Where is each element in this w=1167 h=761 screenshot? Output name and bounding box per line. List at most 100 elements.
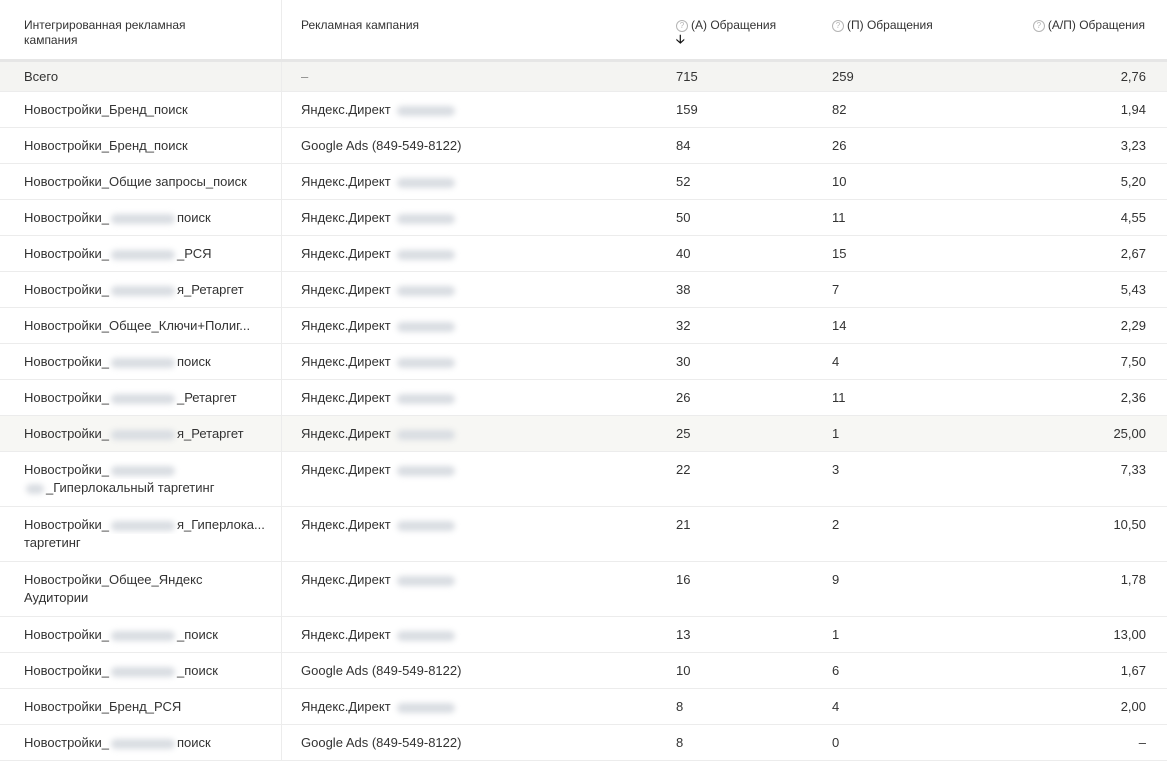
redacted-text [110,666,175,677]
table-row[interactable]: Новостройки_Общее_Ключи+Полиг... Яндекс.Д… [0,308,1167,344]
p-requests-value: 4 [832,699,840,714]
name-prefix: Новостройки_Бренд_поиск [24,102,188,117]
integrated-campaign-cell: Новостройки_ _поиск [0,617,282,653]
ad-campaign-name: Яндекс.Директ [301,627,391,642]
help-icon[interactable]: ? [1032,20,1045,32]
table-row[interactable]: Новостройки_Общее_Яндекс Аудитории Яндекс.… [0,562,1167,617]
ap-ratio-value: – [1138,735,1146,750]
table-header: Интегрированная рекламная кампания Рекла… [0,0,1167,62]
ad-campaign-name: Яндекс.Директ [301,390,391,405]
integrated-campaign-name-line2: Аудитории [24,589,281,607]
table-row[interactable]: Новостройки_ _Гиперлокальный таргетинг Янд… [0,452,1167,507]
redacted-text [110,357,175,368]
integrated-campaign-name: Новостройки_ _Ретаргет [24,380,281,416]
ad-campaign-name: Яндекс.Директ [301,246,391,261]
ap-ratio-value: 1,94 [1120,102,1146,117]
redacted-account-id [396,285,455,296]
integrated-campaign-cell: Новостройки_Бренд_поиск [0,128,282,164]
p-requests-value: 1 [832,627,840,642]
integrated-campaign-name-line2: _Гиперлокальный таргетинг [24,479,281,497]
p-requests-value: 11 [832,390,846,405]
integrated-campaign-name: Новостройки_Бренд_поиск [24,92,281,128]
redacted-text [110,520,175,531]
table-row[interactable]: Новостройки_ _поиск Google Ads (849-549-81… [0,653,1167,689]
name-line2-text: Аудитории [24,590,89,605]
redacted-account-id [396,520,455,531]
ap-ratio-value: 2,67 [1120,246,1146,261]
integrated-campaign-name: Новостройки_ [24,461,281,479]
table-row[interactable]: Новостройки_Общие запросы_поиск Яндекс.Ди… [0,164,1167,200]
a-requests-value: 21 [676,517,691,532]
header-integrated-campaign[interactable]: Интегрированная рекламная кампания [0,0,282,59]
table-row[interactable]: Новостройки_ поиск Яндекс.Директ 30 4 7,50 [0,344,1167,380]
header-ap-requests[interactable]: ? (А/П) Обращения [1011,0,1167,59]
name-prefix: Новостройки_ [24,354,109,369]
p-requests-value: 15 [832,246,847,261]
header-campaign[interactable]: Рекламная кампания [282,0,659,59]
table-row[interactable]: Новостройки_ я_Гиперлока... таргетинг Яндек… [0,507,1167,562]
ad-campaign-cell: Яндекс.Директ [282,562,659,616]
name-prefix: Новостройки_ [24,627,109,642]
table-row[interactable]: Новостройки_ я_Ретаргет Яндекс.Директ 38 7 5,… [0,272,1167,308]
total-campaign: – [301,69,309,84]
name-suffix: _Ретаргет [176,390,237,405]
integrated-campaign-name: Новостройки_ я_Ретаргет [24,272,281,308]
table-row[interactable]: Новостройки_ _РСЯ Яндекс.Директ 40 15 2,67 [0,236,1167,272]
integrated-campaign-cell: Новостройки_ _поиск [0,653,282,689]
name-prefix: Новостройки_Общие запросы_поиск [24,174,247,189]
redacted-account-id [396,105,455,116]
p-requests-value: 1 [832,426,840,441]
name-prefix: Новостройки_ [24,735,109,750]
ad-campaign-cell: Яндекс.Директ [282,272,659,308]
table-row[interactable]: Новостройки_Бренд_поиск Яндекс.Директ 159 8… [0,92,1167,128]
redacted-account-id [396,177,455,188]
redacted-text [110,630,175,641]
a-requests-value: 32 [676,318,691,333]
total-ap: 2,76 [1120,69,1146,84]
ad-campaign-name: Яндекс.Директ [301,102,391,117]
ad-campaign-name: Яндекс.Директ [301,318,391,333]
integrated-campaign-name: Новостройки_Бренд_РСЯ [24,689,281,725]
total-p: 259 [832,69,854,84]
ad-campaign-name: Яндекс.Директ [301,572,391,587]
table-row[interactable]: Новостройки_ _поиск Яндекс.Директ 13 1 13,00 [0,617,1167,653]
name-prefix: Новостройки_ [24,210,109,225]
header-a-requests[interactable]: ? (А) Обращения 🡣 [659,0,828,59]
sort-desc-arrow-icon[interactable]: 🡣 [676,33,828,45]
table-row[interactable]: Новостройки_ поиск Google Ads (849-549-812… [0,725,1167,761]
header-p-requests[interactable]: ? (П) Обращения [828,0,1011,59]
table-row[interactable]: Новостройки_ я_Ретаргет Яндекс.Директ 25 1 25… [0,416,1167,452]
table-row[interactable]: Новостройки_Бренд_поиск Google Ads (849-5… [0,128,1167,164]
integrated-campaign-cell: Новостройки_ _Гиперлокальный таргетинг [0,452,282,506]
help-icon[interactable]: ? [676,20,688,32]
integrated-campaign-name: Новостройки_ я_Гиперлока... [24,516,281,534]
help-icon[interactable]: ? [832,20,844,32]
name-prefix: Новостройки_ [24,462,109,477]
table-row[interactable]: Новостройки_ поиск Яндекс.Директ 50 11 4,55 [0,200,1167,236]
integrated-campaign-cell: Новостройки_Общие запросы_поиск [0,164,282,200]
integrated-campaign-name: Новостройки_ поиск [24,725,281,761]
ad-campaign-cell: Яндекс.Директ [282,380,659,416]
redacted-text [110,249,175,260]
a-requests-value: 25 [676,426,691,441]
a-requests-value: 159 [676,102,698,117]
table-row[interactable]: Новостройки_ _Ретаргет Яндекс.Директ 26 11 2,… [0,380,1167,416]
ap-ratio-value: 1,78 [1120,572,1146,587]
a-requests-value: 16 [676,572,691,587]
ad-campaign-name: Яндекс.Директ [301,174,391,189]
integrated-campaign-name: Новостройки_ поиск [24,200,281,236]
p-requests-value: 10 [832,174,847,189]
integrated-campaign-cell: Новостройки_Бренд_поиск [0,92,282,128]
ap-ratio-value: 13,00 [1113,627,1146,642]
table-row[interactable]: Новостройки_Бренд_РСЯ Яндекс.Директ 8 4 2,00 [0,689,1167,725]
redacted-text [110,285,175,296]
ap-ratio-value: 1,67 [1120,663,1146,678]
integrated-campaign-cell: Новостройки_ я_Ретаргет [0,272,282,308]
ap-ratio-value: 3,23 [1120,138,1146,153]
a-requests-value: 8 [676,699,684,714]
redacted-account-id [396,702,455,713]
a-requests-value: 30 [676,354,691,369]
p-requests-value: 26 [832,138,847,153]
ap-ratio-value: 10,50 [1113,517,1146,532]
ap-ratio-value: 5,43 [1120,282,1146,297]
